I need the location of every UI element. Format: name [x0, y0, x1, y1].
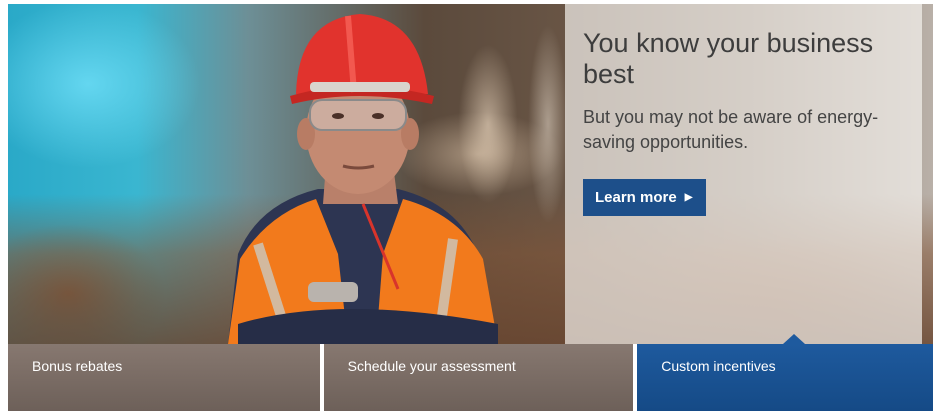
carousel-tabs: Bonus rebates Schedule your assessment C…	[8, 334, 933, 411]
learn-more-label: Learn more	[595, 189, 677, 206]
hero-image: You know your business best But you may …	[8, 4, 933, 344]
promo-subtitle: But you may not be aware of energy-savin…	[583, 107, 879, 152]
tab-schedule-assessment[interactable]: Schedule your assessment	[323, 344, 634, 411]
tab-label: Bonus rebates	[32, 358, 123, 374]
active-tab-pointer	[783, 334, 806, 344]
promo-panel: You know your business best But you may …	[565, 4, 922, 344]
promo-title: You know your business best	[583, 28, 874, 89]
tab-custom-incentives[interactable]: Custom incentives	[637, 334, 933, 411]
tab-label: Custom incentives	[661, 358, 776, 374]
learn-more-button[interactable]: Learn more ▶	[583, 179, 707, 216]
tab-bonus-rebates[interactable]: Bonus rebates	[8, 344, 320, 411]
worker-photo	[228, 14, 498, 344]
hero-carousel: You know your business best But you may …	[8, 4, 933, 411]
play-arrow-icon: ▶	[684, 192, 693, 203]
tab-label: Schedule your assessment	[347, 358, 516, 374]
